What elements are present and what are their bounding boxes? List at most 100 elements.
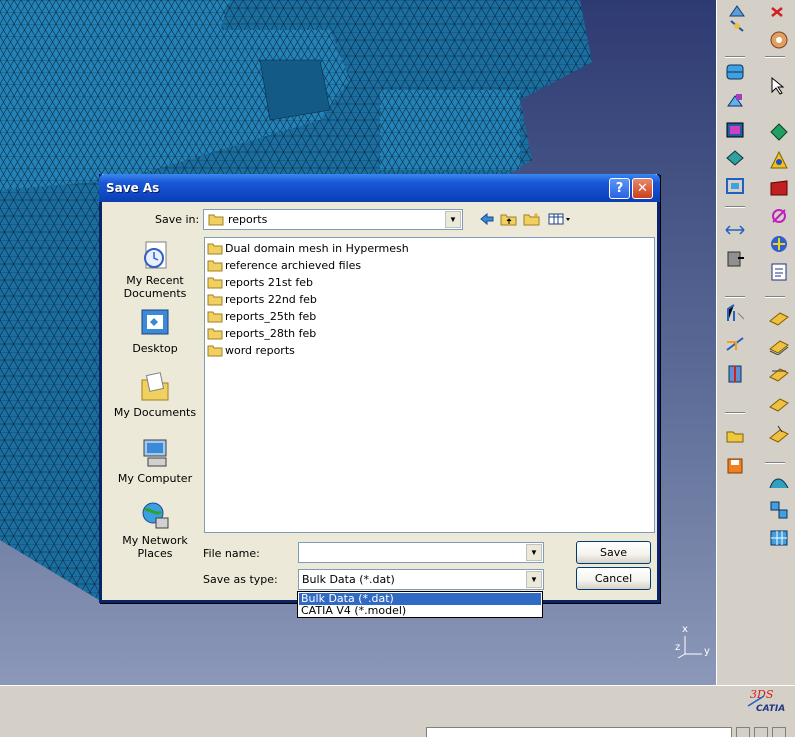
save-in-select[interactable]: reports ▼ [203, 209, 463, 230]
svg-text:3DS: 3DS [750, 688, 774, 701]
mesh-node-icon[interactable] [767, 120, 791, 144]
folder-icon [207, 277, 223, 288]
folder-icon [207, 345, 223, 356]
mesh-part-icon[interactable] [723, 60, 747, 84]
select-icon[interactable] [765, 74, 789, 98]
folder-name: reports_25th feb [225, 309, 317, 323]
place-label: Desktop [132, 342, 178, 355]
layer-4-icon[interactable] [767, 392, 791, 416]
grid-icon[interactable] [767, 526, 791, 550]
toolbar-separator [765, 462, 785, 464]
compass-axis: x z y [672, 624, 716, 664]
folder-icon [207, 260, 223, 271]
my-computer-icon [138, 436, 172, 470]
layer-1-icon[interactable] [767, 306, 791, 330]
export-icon[interactable] [723, 246, 747, 270]
file-list[interactable]: Dual domain mesh in Hypermesh reference … [204, 237, 655, 533]
desktop-icon [138, 306, 172, 340]
file-name-label: File name: [203, 547, 260, 560]
folder-name: Dual domain mesh in Hypermesh [225, 241, 409, 255]
save-as-type-value: Bulk Data (*.dat) [302, 573, 395, 586]
place-label: My Computer [117, 472, 193, 485]
place-label: My Recent Documents [123, 274, 187, 300]
save-as-type-select[interactable]: Bulk Data (*.dat) ▼ [298, 569, 544, 590]
split-icon[interactable] [723, 332, 747, 356]
layer-2-icon[interactable] [767, 334, 791, 358]
node-selection-icon[interactable] [723, 174, 747, 198]
place-my-documents[interactable]: My Documents [110, 370, 200, 419]
folder-item[interactable]: reports_28th feb [207, 325, 316, 341]
save-icon[interactable] [723, 454, 747, 478]
octree-mesher-icon[interactable] [723, 90, 747, 114]
place-label: My Documents [113, 406, 197, 419]
recent-documents-icon [138, 238, 172, 272]
toolbar-separator [725, 56, 745, 58]
edge-mesh-icon[interactable] [723, 302, 747, 326]
folder-item[interactable]: reports 22nd feb [207, 291, 317, 307]
open-folder-icon[interactable] [723, 424, 747, 448]
place-my-network-places[interactable]: My Network Places [110, 498, 200, 560]
folder-name: reports 21st feb [225, 275, 313, 289]
folder-item[interactable]: word reports [207, 342, 295, 358]
folder-name: reference archieved files [225, 258, 362, 272]
delete-icon[interactable] [765, 0, 789, 24]
hide-show-icon[interactable] [767, 204, 791, 228]
help-button[interactable]: ? [609, 178, 630, 199]
render-style-icon[interactable] [767, 232, 791, 256]
new-folder-icon[interactable] [523, 210, 541, 228]
report-icon[interactable] [767, 260, 791, 284]
place-my-recent-documents[interactable]: My Recent Documents [110, 238, 200, 300]
layer-3-icon[interactable] [767, 362, 791, 386]
type-option-catia-v4[interactable]: CATIA V4 (*.model) [299, 605, 541, 617]
save-as-type-label: Save as type: [203, 573, 278, 586]
command-input[interactable] [426, 727, 732, 737]
place-label: My Network Places [122, 534, 188, 560]
folder-name: reports 22nd feb [225, 292, 317, 306]
property-icon[interactable] [767, 176, 791, 200]
connection-icon[interactable] [723, 362, 747, 386]
dialog-titlebar[interactable]: Save As ? ✕ [99, 174, 660, 202]
folder-icon [208, 214, 224, 226]
chevron-down-icon[interactable]: ▼ [445, 211, 461, 228]
folder-name: word reports [225, 343, 295, 357]
status-button[interactable] [754, 727, 768, 737]
quality-analysis-icon[interactable] [767, 148, 791, 172]
view-menu-icon[interactable] [548, 210, 572, 228]
chevron-down-icon[interactable]: ▼ [526, 571, 542, 588]
status-button[interactable] [736, 727, 750, 737]
file-name-input[interactable]: ▼ [298, 542, 544, 563]
close-button[interactable]: ✕ [632, 178, 653, 199]
toolbar-separator [765, 56, 785, 58]
place-my-computer[interactable]: My Computer [110, 436, 200, 485]
save-in-value: reports [228, 213, 268, 226]
measure-icon[interactable] [723, 218, 747, 242]
dialog-title: Save As [106, 181, 160, 195]
chevron-down-icon[interactable]: ▼ [526, 544, 542, 561]
network-places-icon [138, 498, 172, 532]
back-icon[interactable] [478, 210, 496, 228]
surface-mesher-icon[interactable] [723, 118, 747, 142]
folder-name: reports_28th feb [225, 326, 317, 340]
folder-item[interactable]: reports 21st feb [207, 274, 313, 290]
dimension-icon[interactable] [725, 14, 749, 38]
status-button[interactable] [772, 727, 786, 737]
tools-icon[interactable] [767, 28, 791, 52]
folder-icon [207, 311, 223, 322]
up-folder-icon[interactable] [500, 210, 518, 228]
beam-mesher-icon[interactable] [723, 146, 747, 170]
folder-item[interactable]: reports_25th feb [207, 308, 316, 324]
save-button[interactable]: Save [576, 541, 651, 564]
catia-logo-text: CATIA [756, 704, 786, 714]
folder-item[interactable]: Dual domain mesh in Hypermesh [207, 240, 409, 256]
cancel-button[interactable]: Cancel [576, 567, 651, 590]
toolbar-separator [765, 296, 785, 298]
my-documents-icon [138, 370, 172, 404]
folder-item[interactable]: reference archieved files [207, 257, 361, 273]
assemble-icon[interactable] [767, 498, 791, 522]
folder-icon [207, 243, 223, 254]
surface-icon[interactable] [767, 470, 791, 494]
place-desktop[interactable]: Desktop [110, 306, 200, 355]
catia-logo: 3DS CATIA [744, 686, 790, 718]
layer-5-icon[interactable] [767, 422, 791, 446]
toolbar-separator [725, 412, 745, 414]
